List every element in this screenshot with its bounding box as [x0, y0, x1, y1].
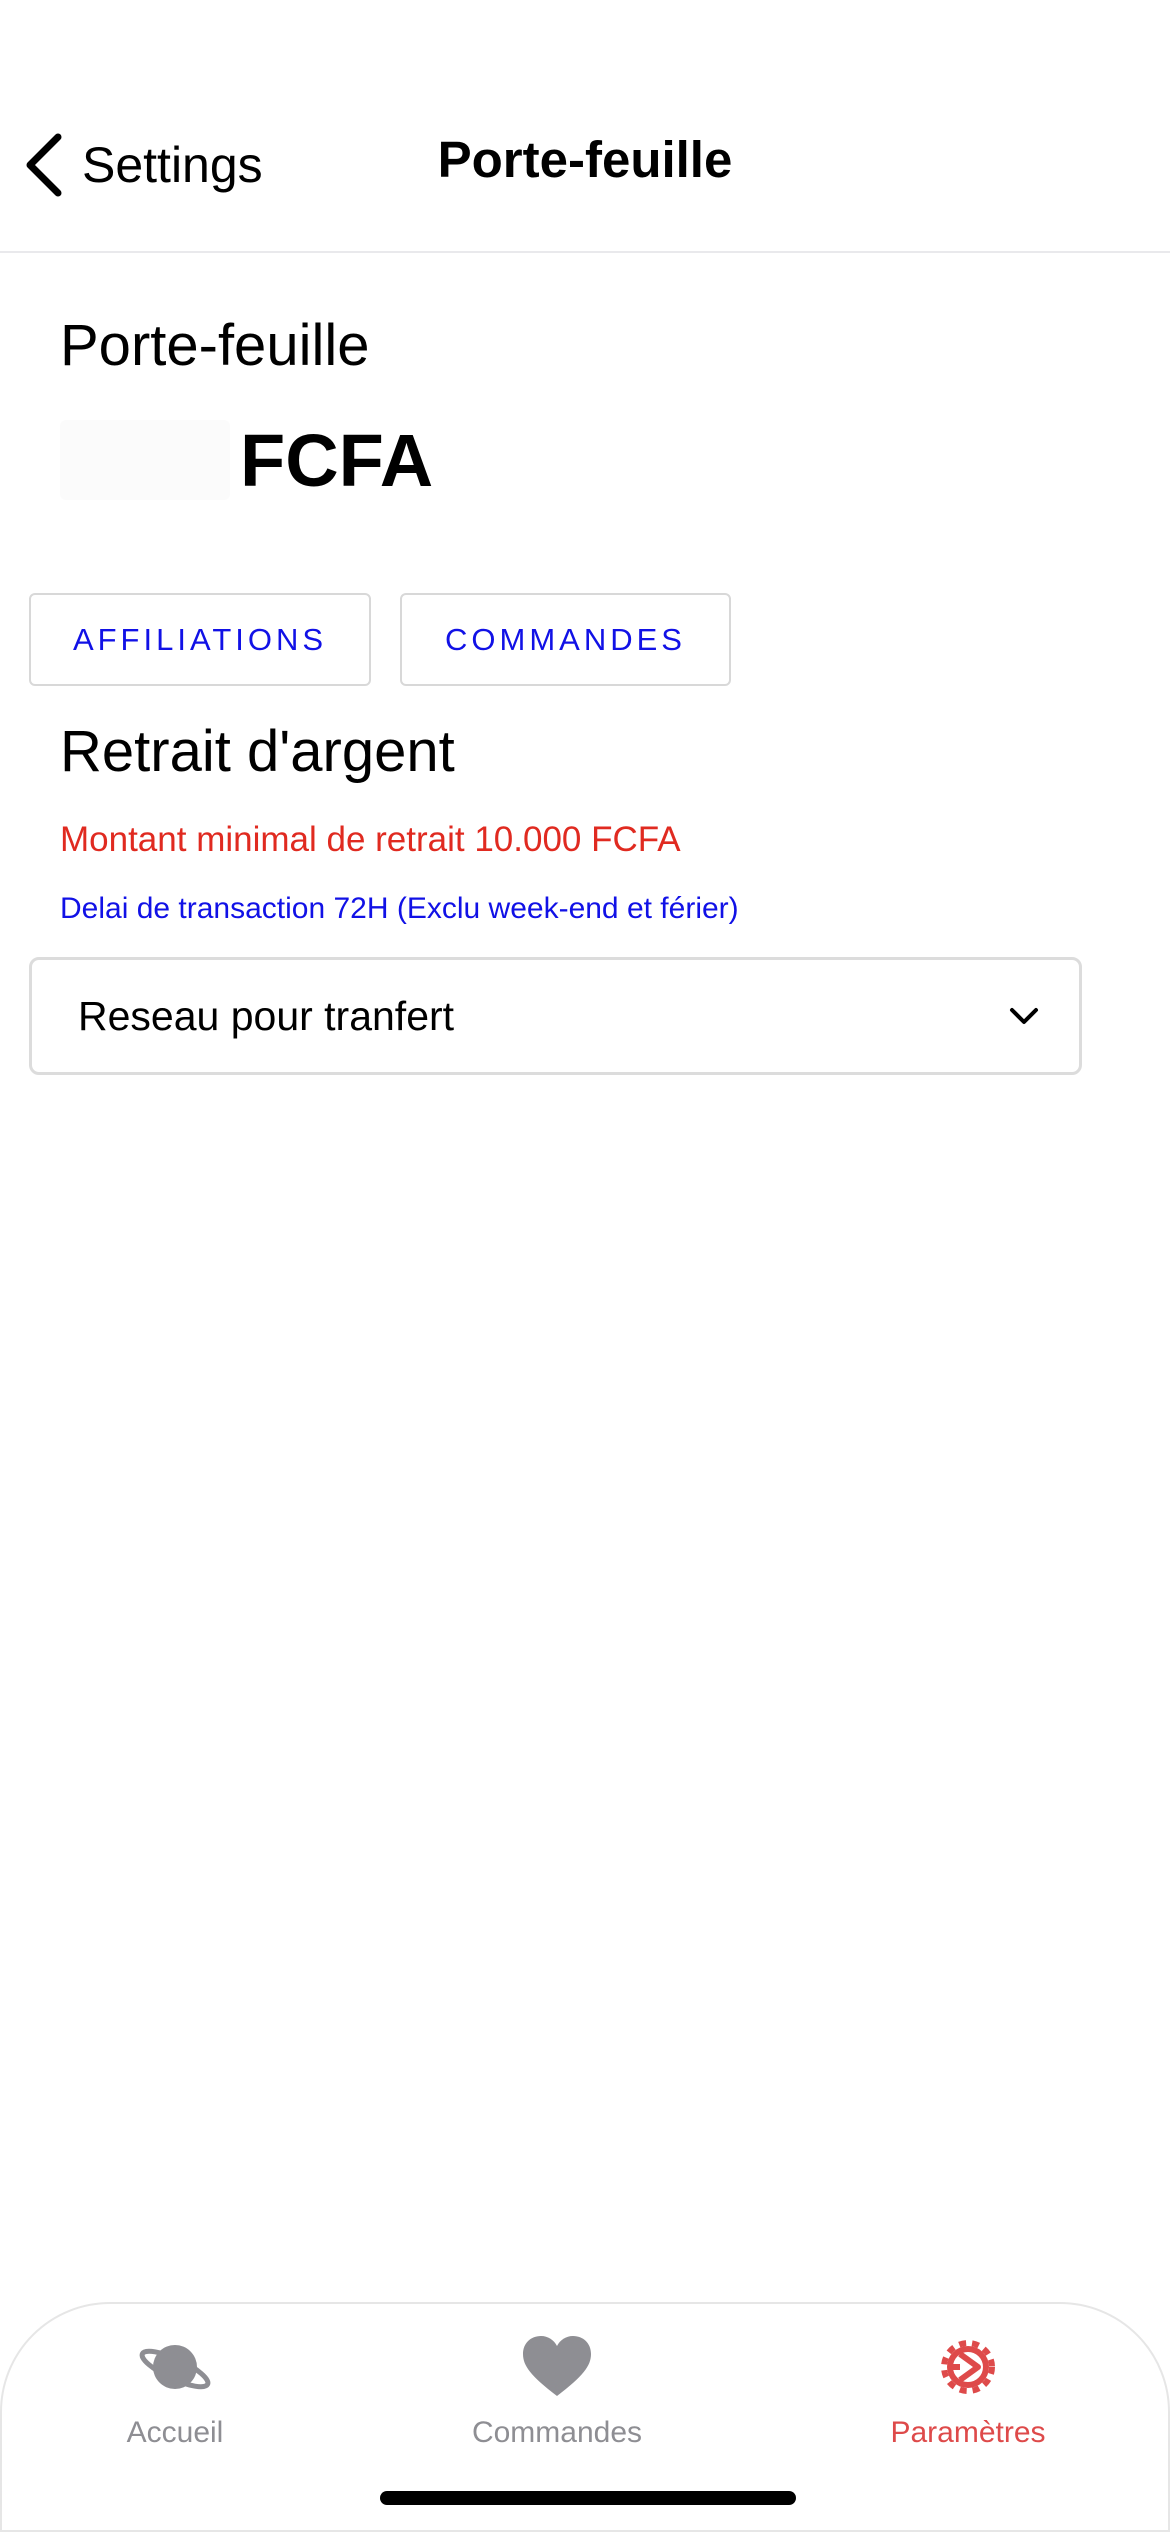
wallet-screen: Settings Porte-feuille Porte-feuille ***… [0, 0, 1170, 2532]
minimum-withdrawal-notice: Montant minimal de retrait 10.000 FCFA [60, 820, 681, 859]
home-indicator [380, 2491, 796, 2505]
wallet-balance: *** FCFA [60, 410, 433, 510]
tab-parametres-label: Paramètres [890, 2416, 1046, 2449]
heart-icon [523, 2336, 591, 2396]
balance-amount-hidden: *** [60, 420, 230, 500]
tab-commandes[interactable]: Commandes [427, 2332, 687, 2450]
wallet-title: Porte-feuille [60, 313, 370, 378]
tab-parametres[interactable]: Paramètres [838, 2332, 1098, 2450]
transfer-network-value: Reseau pour tranfert [78, 992, 455, 1039]
chevron-down-icon [1010, 1008, 1038, 1024]
tab-commandes-label: Commandes [471, 2416, 643, 2449]
transfer-network-select[interactable]: Reseau pour tranfert [29, 957, 1082, 1075]
page-title: Porte-feuille [437, 131, 733, 188]
bottom-tab-bar: Accueil Commandes Paramètres [0, 2302, 1170, 2532]
commandes-button[interactable]: COMMANDES [400, 593, 731, 686]
affiliations-button[interactable]: AFFILIATIONS [29, 593, 371, 686]
transaction-delay-notice: Delai de transaction 72H (Exclu week-end… [60, 892, 739, 925]
gear-icon [941, 2340, 995, 2394]
withdrawal-title: Retrait d'argent [60, 719, 455, 784]
navigation-bar: Settings Porte-feuille [0, 0, 1170, 253]
planet-icon [139, 2345, 211, 2390]
balance-currency: FCFA [240, 418, 434, 502]
tab-accueil-label: Accueil [126, 2416, 224, 2449]
tab-accueil[interactable]: Accueil [45, 2332, 305, 2450]
